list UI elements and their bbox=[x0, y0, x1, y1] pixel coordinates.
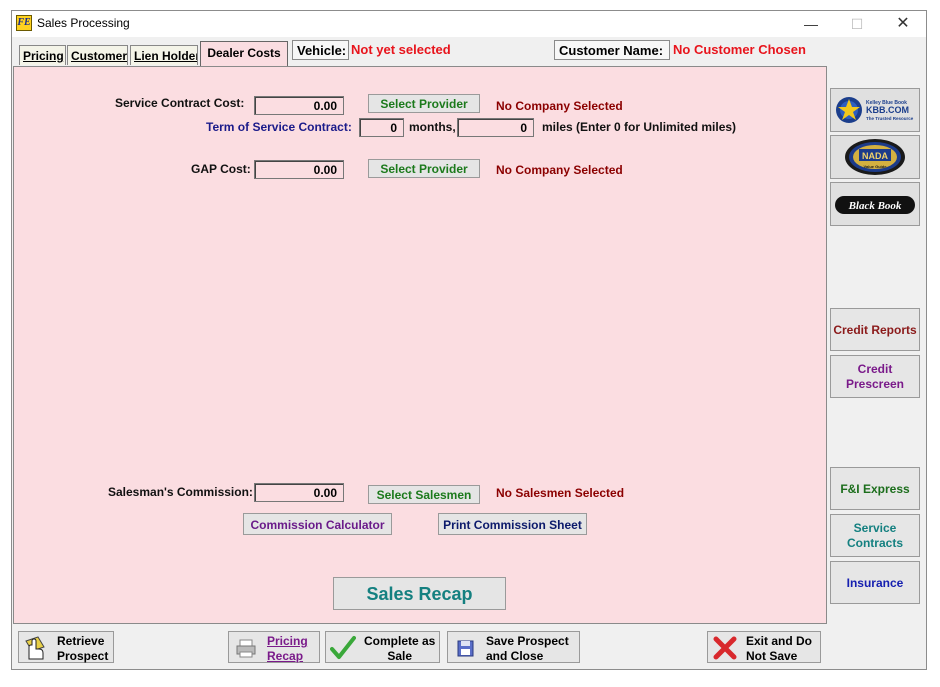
fi-express-button[interactable]: F&I Express bbox=[830, 467, 920, 510]
printer-icon bbox=[236, 639, 256, 658]
svg-text:Value Guide: Value Guide bbox=[864, 164, 888, 169]
vehicle-button[interactable]: Vehicle: bbox=[292, 40, 349, 60]
months-label: months, bbox=[409, 120, 456, 134]
maximize-button[interactable]: ☐ bbox=[834, 11, 880, 37]
service-contract-cost-label: Service Contract Cost: bbox=[115, 96, 245, 110]
svg-text:NADA: NADA bbox=[862, 151, 888, 161]
credit-prescreen-button[interactable]: Credit Prescreen bbox=[830, 355, 920, 398]
save-prospect-button[interactable]: Save Prospect and Close bbox=[447, 631, 580, 663]
salesman-commission-label: Salesman's Commission: bbox=[108, 485, 253, 499]
term-months-field[interactable]: 0 bbox=[359, 118, 404, 137]
retrieve-prospect-button[interactable]: Retrieve Prospect bbox=[18, 631, 114, 663]
exit-without-saving-label: Exit and Do Not Save bbox=[746, 634, 813, 663]
tab-customer[interactable]: Customer bbox=[67, 45, 128, 65]
print-commission-sheet-button[interactable]: Print Commission Sheet bbox=[438, 513, 587, 535]
black-book-logo-icon: Black Book bbox=[835, 196, 915, 214]
customer-name-button[interactable]: Customer Name: bbox=[554, 40, 670, 60]
nada-button[interactable]: NADA Value Guide bbox=[830, 135, 920, 179]
svg-text:KBB.COM: KBB.COM bbox=[866, 105, 909, 115]
gap-status: No Company Selected bbox=[496, 163, 623, 177]
checkmark-icon bbox=[330, 636, 356, 659]
complete-as-sale-button[interactable]: Complete as Sale bbox=[325, 631, 440, 663]
kbb-button[interactable]: Kelley Blue Book KBB.COM The Trusted Res… bbox=[830, 88, 920, 132]
nada-logo-icon: NADA Value Guide bbox=[845, 139, 905, 175]
exit-without-saving-button[interactable]: Exit and Do Not Save bbox=[707, 631, 821, 663]
minimize-button[interactable]: — bbox=[788, 11, 834, 37]
save-prospect-label: Save Prospect and Close bbox=[486, 634, 569, 663]
service-contracts-button[interactable]: Service Contracts bbox=[830, 514, 920, 557]
miles-label: miles (Enter 0 for Unlimited miles) bbox=[542, 120, 737, 134]
sales-processing-window: FE Sales Processing — ☐ ✕ Pricing Custom… bbox=[11, 10, 927, 670]
dealer-costs-panel: Service Contract Cost: 0.00 Select Provi… bbox=[13, 66, 827, 624]
window-title: Sales Processing bbox=[37, 16, 130, 30]
sales-recap-button[interactable]: Sales Recap bbox=[333, 577, 506, 610]
app-logo-icon: FE bbox=[16, 15, 32, 31]
complete-as-sale-label: Complete as Sale bbox=[364, 634, 436, 663]
floppy-disk-icon bbox=[457, 640, 474, 657]
title-bar: FE Sales Processing — ☐ ✕ bbox=[12, 11, 926, 37]
salesman-commission-field[interactable]: 0.00 bbox=[254, 483, 344, 502]
commission-calculator-button[interactable]: Commission Calculator bbox=[243, 513, 392, 535]
gap-cost-field[interactable]: 0.00 bbox=[254, 160, 344, 179]
pricing-recap-button[interactable]: Pricing Recap bbox=[228, 631, 320, 663]
service-contract-select-provider-button[interactable]: Select Provider bbox=[368, 94, 480, 113]
svg-text:Black Book: Black Book bbox=[848, 200, 902, 212]
select-salesmen-button[interactable]: Select Salesmen bbox=[368, 485, 480, 504]
term-of-service-contract-label: Term of Service Contract: bbox=[206, 120, 352, 134]
retrieve-prospect-label: Retrieve Prospect bbox=[57, 634, 109, 663]
term-miles-field[interactable]: 0 bbox=[457, 118, 534, 137]
insurance-button[interactable]: Insurance bbox=[830, 561, 920, 604]
svg-text:The Trusted Resource: The Trusted Resource bbox=[866, 116, 914, 121]
red-x-icon bbox=[713, 636, 737, 660]
service-contract-status: No Company Selected bbox=[496, 99, 623, 113]
vehicle-value: Not yet selected bbox=[351, 42, 451, 57]
service-contract-cost-field[interactable]: 0.00 bbox=[254, 96, 344, 115]
tab-pricing[interactable]: Pricing bbox=[19, 45, 66, 65]
close-button[interactable]: ✕ bbox=[880, 11, 926, 37]
retrieve-hand-icon bbox=[25, 636, 45, 660]
gap-select-provider-button[interactable]: Select Provider bbox=[368, 159, 480, 178]
salesmen-status: No Salesmen Selected bbox=[496, 486, 625, 500]
customer-name-value: No Customer Chosen bbox=[673, 42, 806, 57]
tab-lien-holder[interactable]: Lien Holder bbox=[130, 45, 198, 65]
tab-dealer-costs[interactable]: Dealer Costs bbox=[200, 41, 288, 66]
black-book-button[interactable]: Black Book bbox=[830, 182, 920, 226]
gap-cost-label: GAP Cost: bbox=[191, 162, 251, 176]
credit-reports-button[interactable]: Credit Reports bbox=[830, 308, 920, 351]
kbb-logo-icon: Kelley Blue Book KBB.COM The Trusted Res… bbox=[836, 97, 914, 123]
pricing-recap-label: Pricing Recap bbox=[267, 634, 308, 663]
